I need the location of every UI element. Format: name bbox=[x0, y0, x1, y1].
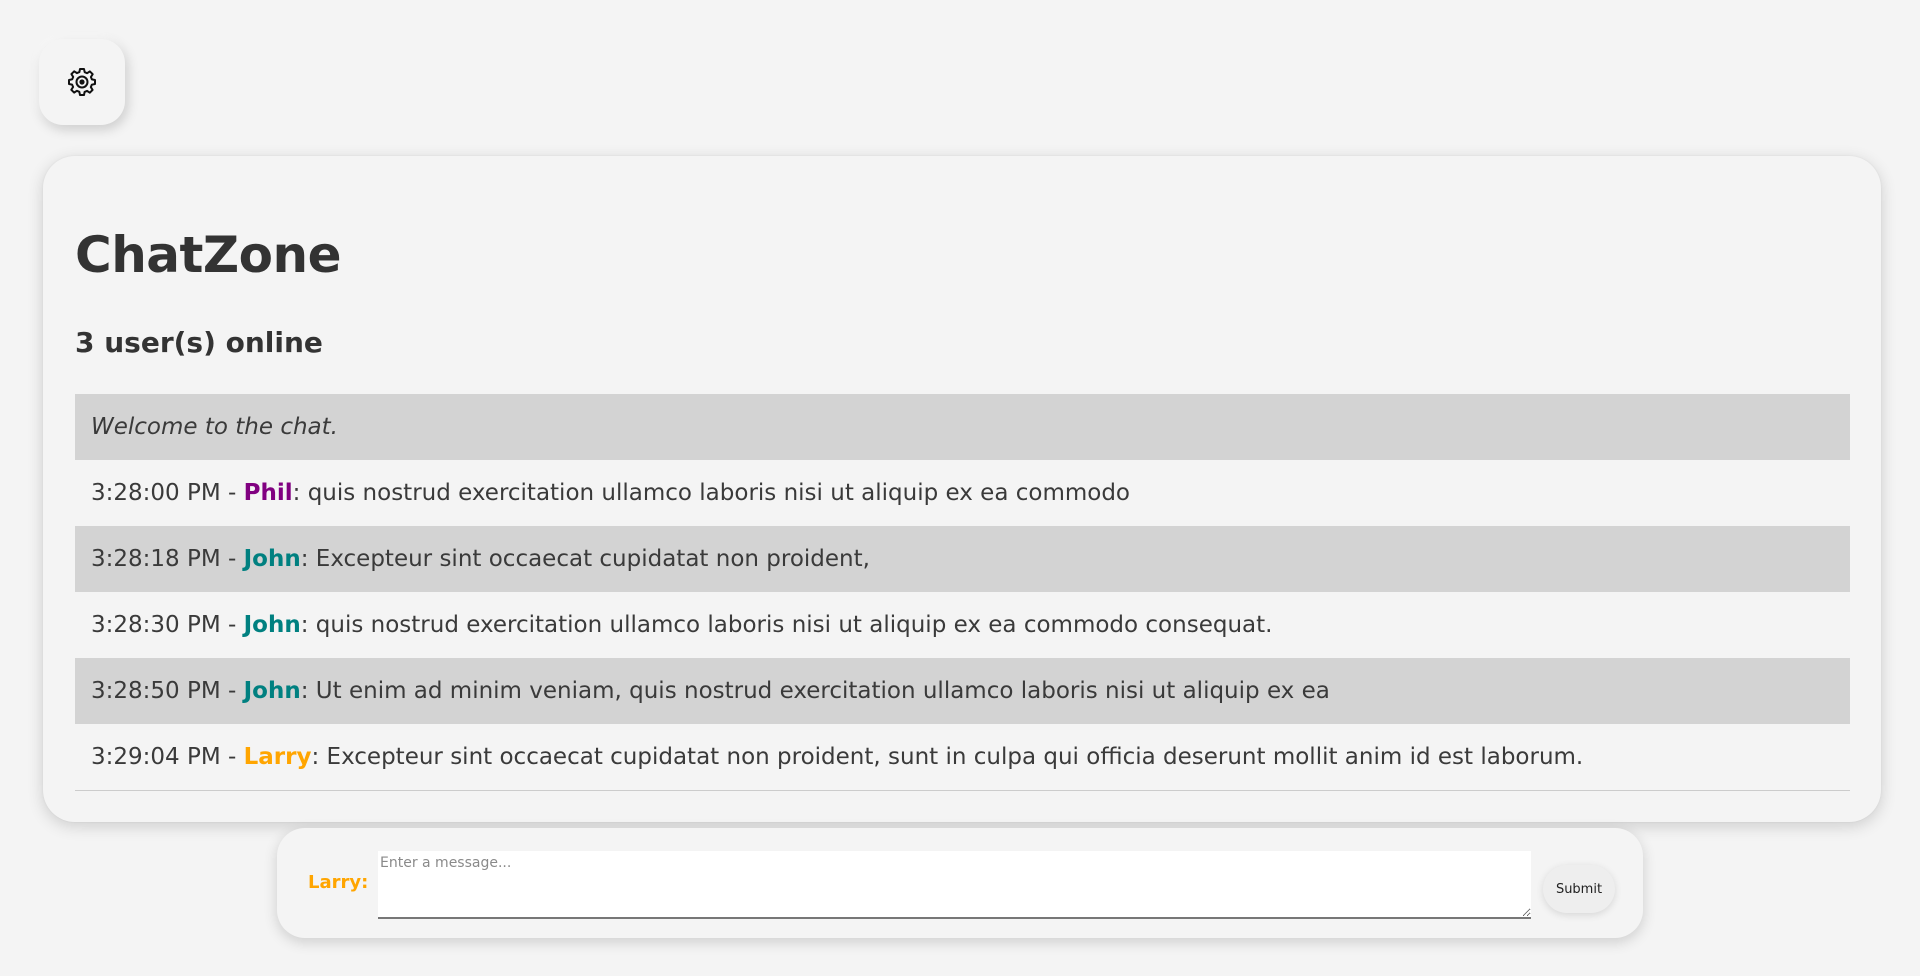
page-title: ChatZone bbox=[75, 226, 342, 284]
settings-button[interactable] bbox=[39, 39, 125, 125]
message-composer: Larry: Submit bbox=[277, 828, 1643, 938]
message-text: Welcome to the chat. bbox=[91, 414, 338, 440]
message-username: Phil bbox=[243, 480, 293, 506]
message-row: 3:28:00 PM - Phil: quis nostrud exercita… bbox=[91, 480, 1130, 506]
message-time: 3:28:50 PM bbox=[91, 678, 221, 704]
message-text: quis nostrud exercitation ullamco labori… bbox=[307, 480, 1130, 506]
message-input[interactable] bbox=[378, 851, 1531, 919]
users-online-count: 3 user(s) online bbox=[75, 326, 323, 359]
message-row: 3:28:50 PM - John: Ut enim ad minim veni… bbox=[75, 658, 1850, 724]
message-text: Excepteur sint occaecat cupidatat non pr… bbox=[326, 744, 1584, 770]
message-time: 3:29:04 PM bbox=[91, 744, 221, 770]
message-list: Welcome to the chat. 3:28:00 PM - Phil: q… bbox=[75, 394, 1850, 791]
message-row: 3:28:18 PM - John: Excepteur sint occaec… bbox=[75, 526, 1850, 592]
chat-panel: ChatZone 3 user(s) online Welcome to the… bbox=[43, 156, 1881, 822]
submit-button[interactable]: Submit bbox=[1543, 865, 1615, 913]
message-text: Excepteur sint occaecat cupidatat non pr… bbox=[315, 546, 870, 572]
message-time: 3:28:00 PM bbox=[91, 480, 221, 506]
message-row: 3:29:04 PM - Larry: Excepteur sint occae… bbox=[91, 744, 1584, 770]
gear-icon bbox=[68, 68, 96, 96]
message-username: John bbox=[243, 546, 301, 572]
message-username: Larry bbox=[243, 744, 312, 770]
message-text: Ut enim ad minim veniam, quis nostrud ex… bbox=[315, 678, 1330, 704]
message-username: John bbox=[243, 612, 301, 638]
current-user-label: Larry: bbox=[308, 872, 369, 893]
message-username: John bbox=[243, 678, 301, 704]
system-message: Welcome to the chat. bbox=[75, 394, 1850, 460]
message-time: 3:28:30 PM bbox=[91, 612, 221, 638]
message-time: 3:28:18 PM bbox=[91, 546, 221, 572]
message-text: quis nostrud exercitation ullamco labori… bbox=[315, 612, 1273, 638]
message-row: 3:28:30 PM - John: quis nostrud exercita… bbox=[91, 612, 1273, 638]
